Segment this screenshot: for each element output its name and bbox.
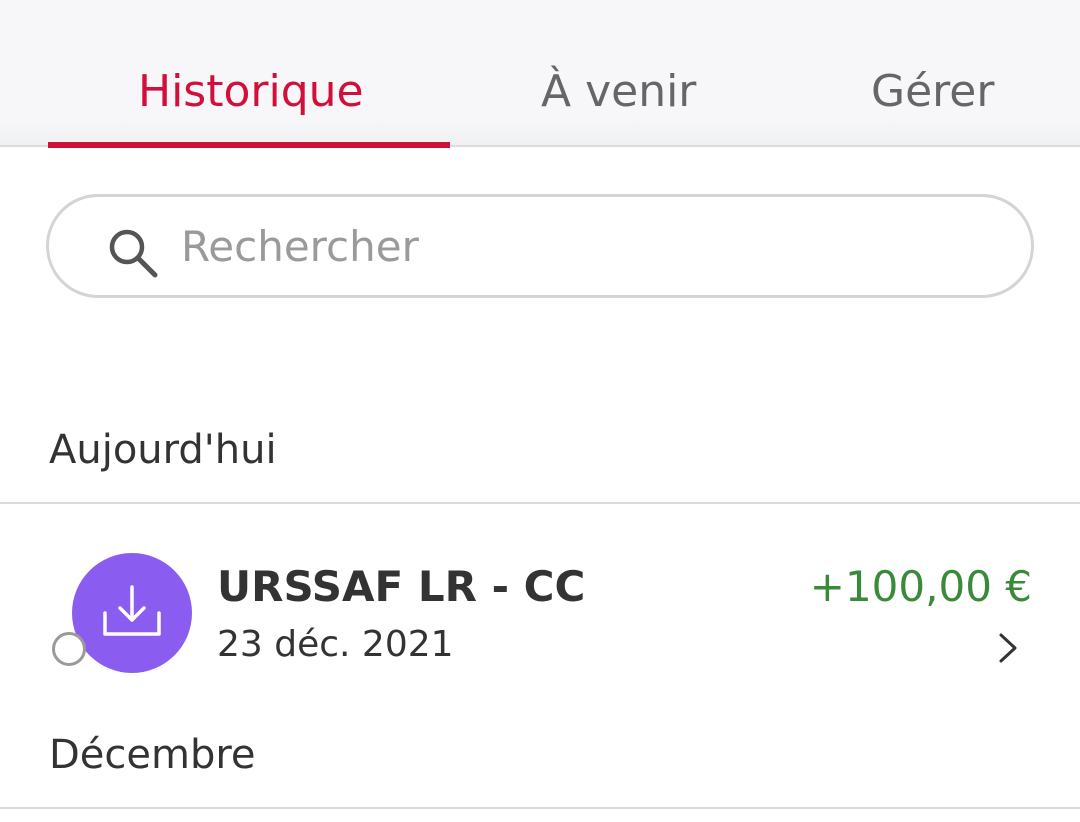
tab-bar: Historique À venir Gérer [0,0,1080,148]
section-header-december: Décembre [49,732,256,778]
section-divider [0,807,1080,809]
transaction-row[interactable]: URSSAF LR - CC 23 déc. 2021 +100,00 € [0,540,1080,690]
active-tab-indicator [48,142,450,148]
search-input[interactable] [181,215,1001,277]
transaction-date: 23 déc. 2021 [217,624,454,665]
section-header-today: Aujourd'hui [49,427,277,473]
pending-status-icon [52,632,86,666]
tab-historique[interactable]: Historique [138,62,364,122]
transaction-name: URSSAF LR - CC [217,562,586,611]
section-divider [0,502,1080,504]
tab-a-venir[interactable]: À venir [541,62,696,122]
chevron-right-icon[interactable] [996,632,1020,664]
transaction-amount: +100,00 € [809,562,1032,611]
search-bar[interactable] [46,194,1034,298]
tab-gerer[interactable]: Gérer [871,62,994,122]
search-icon [109,229,158,278]
download-icon [103,585,161,636]
transaction-avatar [72,553,192,673]
